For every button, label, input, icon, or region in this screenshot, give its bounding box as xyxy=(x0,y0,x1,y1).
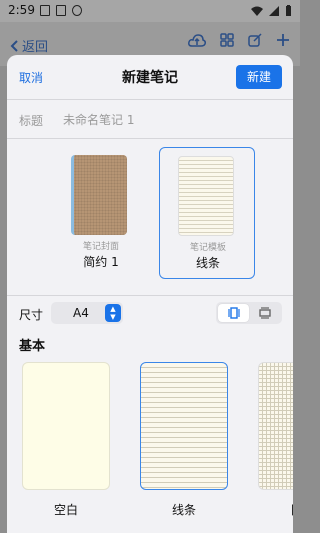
note-title-row: 标题 xyxy=(7,99,293,139)
size-select[interactable]: A4 ▲ ▼ xyxy=(51,302,123,324)
template-blank-label: 空白 xyxy=(53,503,78,517)
new-note-sheet: 取消 新建笔记 新建 标题 笔记封面 简约 1 笔记模板 线条 尺寸 A4 ▲▼ xyxy=(7,55,293,533)
status-time: 2:59 xyxy=(8,3,35,17)
app-notification-icon xyxy=(56,5,66,16)
chevron-up-down-icon: ▲ ▼ xyxy=(105,304,121,322)
template-lined-label: 线条 xyxy=(171,503,196,517)
template-lined[interactable] xyxy=(140,362,228,490)
size-value: A4 xyxy=(73,306,89,320)
battery-icon xyxy=(286,5,291,16)
back-button[interactable]: 返回 xyxy=(10,36,48,55)
add-icon[interactable] xyxy=(276,33,290,47)
gallery-notification-icon xyxy=(40,5,50,16)
cover-thumbnail xyxy=(71,155,127,235)
landscape-option[interactable] xyxy=(249,304,280,322)
template-blank[interactable] xyxy=(22,362,110,490)
landscape-icon xyxy=(258,307,271,319)
wifi-icon xyxy=(251,6,263,16)
portrait-option[interactable] xyxy=(218,304,249,322)
grid-view-icon[interactable] xyxy=(220,33,234,47)
back-label: 返回 xyxy=(22,40,49,55)
edit-icon[interactable] xyxy=(248,33,262,47)
portrait-icon xyxy=(227,307,240,319)
size-row: 尺寸 A4 ▲ ▼ xyxy=(7,295,293,329)
cover-option[interactable]: 笔记封面 简约 1 xyxy=(53,147,149,279)
cover-name: 简约 1 xyxy=(83,255,119,269)
cover-caption: 笔记封面 xyxy=(82,242,119,252)
template-grid-label: 网 xyxy=(291,501,293,518)
section-heading-basic: 基本 xyxy=(19,339,46,354)
create-button[interactable]: 新建 xyxy=(236,65,282,89)
chevron-left-icon xyxy=(10,39,18,52)
template-grid[interactable] xyxy=(258,362,293,490)
template-thumbnail xyxy=(178,156,234,236)
cover-template-picker: 笔记封面 简约 1 笔记模板 线条 xyxy=(7,139,293,295)
orientation-toggle xyxy=(216,302,282,324)
media-notification-icon xyxy=(72,5,82,16)
size-label: 尺寸 xyxy=(19,308,44,322)
template-option[interactable]: 笔记模板 线条 xyxy=(159,147,255,279)
cloud-upload-icon[interactable] xyxy=(188,33,206,47)
note-title-label: 标题 xyxy=(19,114,44,128)
status-bar: 2:59 xyxy=(0,0,300,22)
template-caption: 笔记模板 xyxy=(189,243,226,253)
signal-icon xyxy=(269,6,279,16)
sheet-header: 取消 新建笔记 新建 xyxy=(7,55,293,99)
note-title-input[interactable] xyxy=(63,108,283,132)
template-name: 线条 xyxy=(195,256,220,270)
